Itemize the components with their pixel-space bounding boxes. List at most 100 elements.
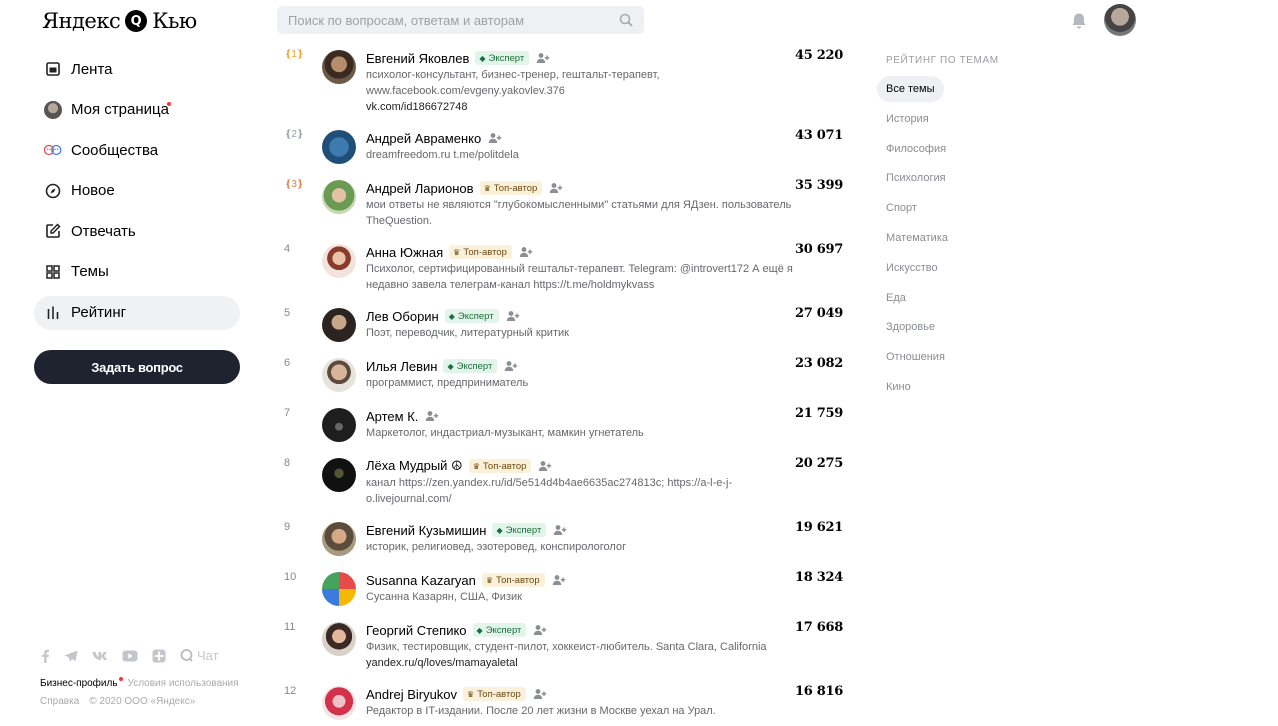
follow-user-icon[interactable]	[538, 460, 552, 472]
author-name[interactable]: Илья Левин	[366, 359, 437, 374]
author-score: 16 816	[795, 684, 843, 699]
telegram-icon[interactable]	[64, 650, 78, 662]
ask-question-button[interactable]: Задать вопрос	[34, 350, 240, 384]
topic-item[interactable]: Искусство	[877, 255, 1057, 281]
author-name[interactable]: Лев Оборин	[366, 309, 439, 324]
rank-number: 9	[284, 521, 291, 533]
author-name[interactable]: Susanna Kazaryan	[366, 573, 476, 588]
follow-user-icon[interactable]	[506, 310, 520, 322]
badge-label: Топ-автор	[493, 182, 538, 194]
footer-meta: Справка © 2020 ООО «Яндекс»	[40, 696, 195, 707]
author-avatar[interactable]	[322, 686, 356, 720]
crown-icon: ♛	[483, 183, 491, 193]
vk-icon[interactable]	[92, 651, 108, 661]
shield-icon: ◆	[447, 361, 454, 371]
author-avatar[interactable]	[322, 458, 356, 492]
author-name-line: Андрей Авраменко	[366, 129, 798, 147]
nav-item-feed[interactable]: Лента	[34, 52, 240, 86]
nav-item-label: Темы	[71, 263, 109, 281]
search-icon[interactable]	[619, 13, 633, 27]
follow-user-icon[interactable]	[552, 574, 566, 586]
author-link[interactable]: vk.com/id186672748	[366, 99, 798, 115]
sidebar-nav: Лента Моя страница Сообщества Новое Отве…	[34, 52, 240, 336]
rank-number: 8	[284, 457, 291, 469]
author-avatar[interactable]	[322, 308, 356, 342]
author-name-line: Илья Левин ◆ Эксперт	[366, 357, 798, 375]
topic-item[interactable]: Еда	[877, 285, 1057, 311]
help-link[interactable]: Справка	[40, 696, 79, 707]
author-name[interactable]: Георгий Степико	[366, 623, 467, 638]
nav-item-answer[interactable]: Отвечать	[34, 214, 240, 248]
author-name[interactable]: Лёха Мудрый ☮	[366, 458, 463, 474]
author-avatar[interactable]	[322, 622, 356, 656]
author-info: Andrej Biryukov ♛ Топ-автор Редактор в IT-и…	[366, 685, 798, 719]
author-info: Анна Южная ♛ Топ-автор Психолог, сертифицир…	[366, 243, 798, 293]
top-author-badge: ♛ Топ-автор	[449, 245, 512, 259]
topic-item[interactable]: Здоровье	[877, 314, 1057, 340]
author-avatar[interactable]	[322, 522, 356, 556]
topic-item[interactable]: Все темы	[877, 76, 944, 102]
author-avatar[interactable]	[322, 408, 356, 442]
follow-user-icon[interactable]	[488, 132, 502, 144]
author-name[interactable]: Andrej Biryukov	[366, 687, 457, 702]
expert-badge: ◆ Эксперт	[475, 51, 530, 65]
nav-item-label: Отвечать	[71, 222, 136, 240]
youtube-icon[interactable]	[122, 650, 138, 662]
author-name[interactable]: Артем К.	[366, 409, 418, 424]
follow-user-icon[interactable]	[425, 410, 439, 422]
author-description: мои ответы не являются "глубокомысленным…	[366, 199, 792, 227]
topic-item[interactable]: Математика	[877, 225, 1057, 251]
author-name[interactable]: Андрей Авраменко	[366, 131, 481, 146]
author-avatar[interactable]	[322, 572, 356, 606]
expert-badge: ◆ Эксперт	[472, 623, 527, 637]
author-name-line: Андрей Ларионов ♛ Топ-автор	[366, 179, 798, 197]
follow-user-icon[interactable]	[533, 624, 547, 636]
nav-item-new[interactable]: Новое	[34, 174, 240, 208]
business-profile-link[interactable]: Бизнес-профиль	[40, 677, 123, 689]
author-avatar[interactable]	[322, 244, 356, 278]
follow-user-icon[interactable]	[549, 182, 563, 194]
follow-user-icon[interactable]	[533, 688, 547, 700]
facebook-icon[interactable]	[40, 649, 50, 663]
author-info: Артем К. Маркетолог, индастриал-музыкант,…	[366, 407, 798, 441]
topic-item[interactable]: Психология	[877, 165, 1057, 191]
nav-item-communities[interactable]: Сообщества	[34, 133, 240, 167]
topics-list: Все темы История Философия Психология Спорт М…	[877, 76, 1057, 400]
author-avatar[interactable]	[322, 180, 356, 214]
author-link[interactable]: yandex.ru/q/loves/mamayaletal	[366, 655, 798, 671]
follow-user-icon[interactable]	[519, 246, 533, 258]
follow-user-icon[interactable]	[504, 360, 518, 372]
expert-badge: ◆ Эксперт	[444, 309, 499, 323]
author-info: Андрей Ларионов ♛ Топ-автор мои ответы не я…	[366, 179, 798, 229]
topic-item[interactable]: Кино	[877, 374, 1057, 400]
terms-link[interactable]: Условия использования	[128, 678, 239, 689]
author-name[interactable]: Евгений Кузьмишин	[366, 523, 486, 538]
author-name[interactable]: Андрей Ларионов	[366, 181, 474, 196]
topic-item[interactable]: Спорт	[877, 195, 1057, 221]
topic-item[interactable]: Философия	[877, 136, 1057, 162]
bell-icon[interactable]	[1071, 12, 1087, 29]
topic-item[interactable]: История	[877, 106, 1057, 132]
zen-icon[interactable]	[152, 649, 166, 663]
nav-item-rating[interactable]: Рейтинг	[34, 295, 240, 330]
nav-item-my-page[interactable]: Моя страница	[34, 93, 240, 127]
search-input[interactable]: Поиск по вопросам, ответам и авторам	[277, 6, 644, 34]
logo-text-yandex: Яндекс	[42, 9, 121, 33]
rank-number: 5	[284, 307, 291, 319]
topic-item[interactable]: Отношения	[877, 344, 1057, 370]
user-avatar[interactable]	[1104, 4, 1136, 36]
author-avatar[interactable]	[322, 358, 356, 392]
author-avatar[interactable]	[322, 50, 356, 84]
rank-number: 12	[284, 685, 297, 697]
author-name[interactable]: Анна Южная	[366, 245, 443, 260]
author-description: психолог-консультант, бизнес-тренер, геш…	[366, 69, 660, 97]
follow-user-icon[interactable]	[553, 524, 567, 536]
follow-user-icon[interactable]	[536, 52, 550, 64]
search-placeholder: Поиск по вопросам, ответам и авторам	[288, 12, 525, 28]
chat-link[interactable]: Чат	[180, 648, 233, 663]
nav-item-topics[interactable]: Темы	[34, 255, 240, 289]
author-name[interactable]: Евгений Яковлев	[366, 51, 469, 66]
author-avatar[interactable]	[322, 130, 356, 164]
author-score: 17 668	[795, 620, 843, 635]
yandex-q-logo[interactable]: Яндекс Q Кью	[42, 7, 197, 35]
